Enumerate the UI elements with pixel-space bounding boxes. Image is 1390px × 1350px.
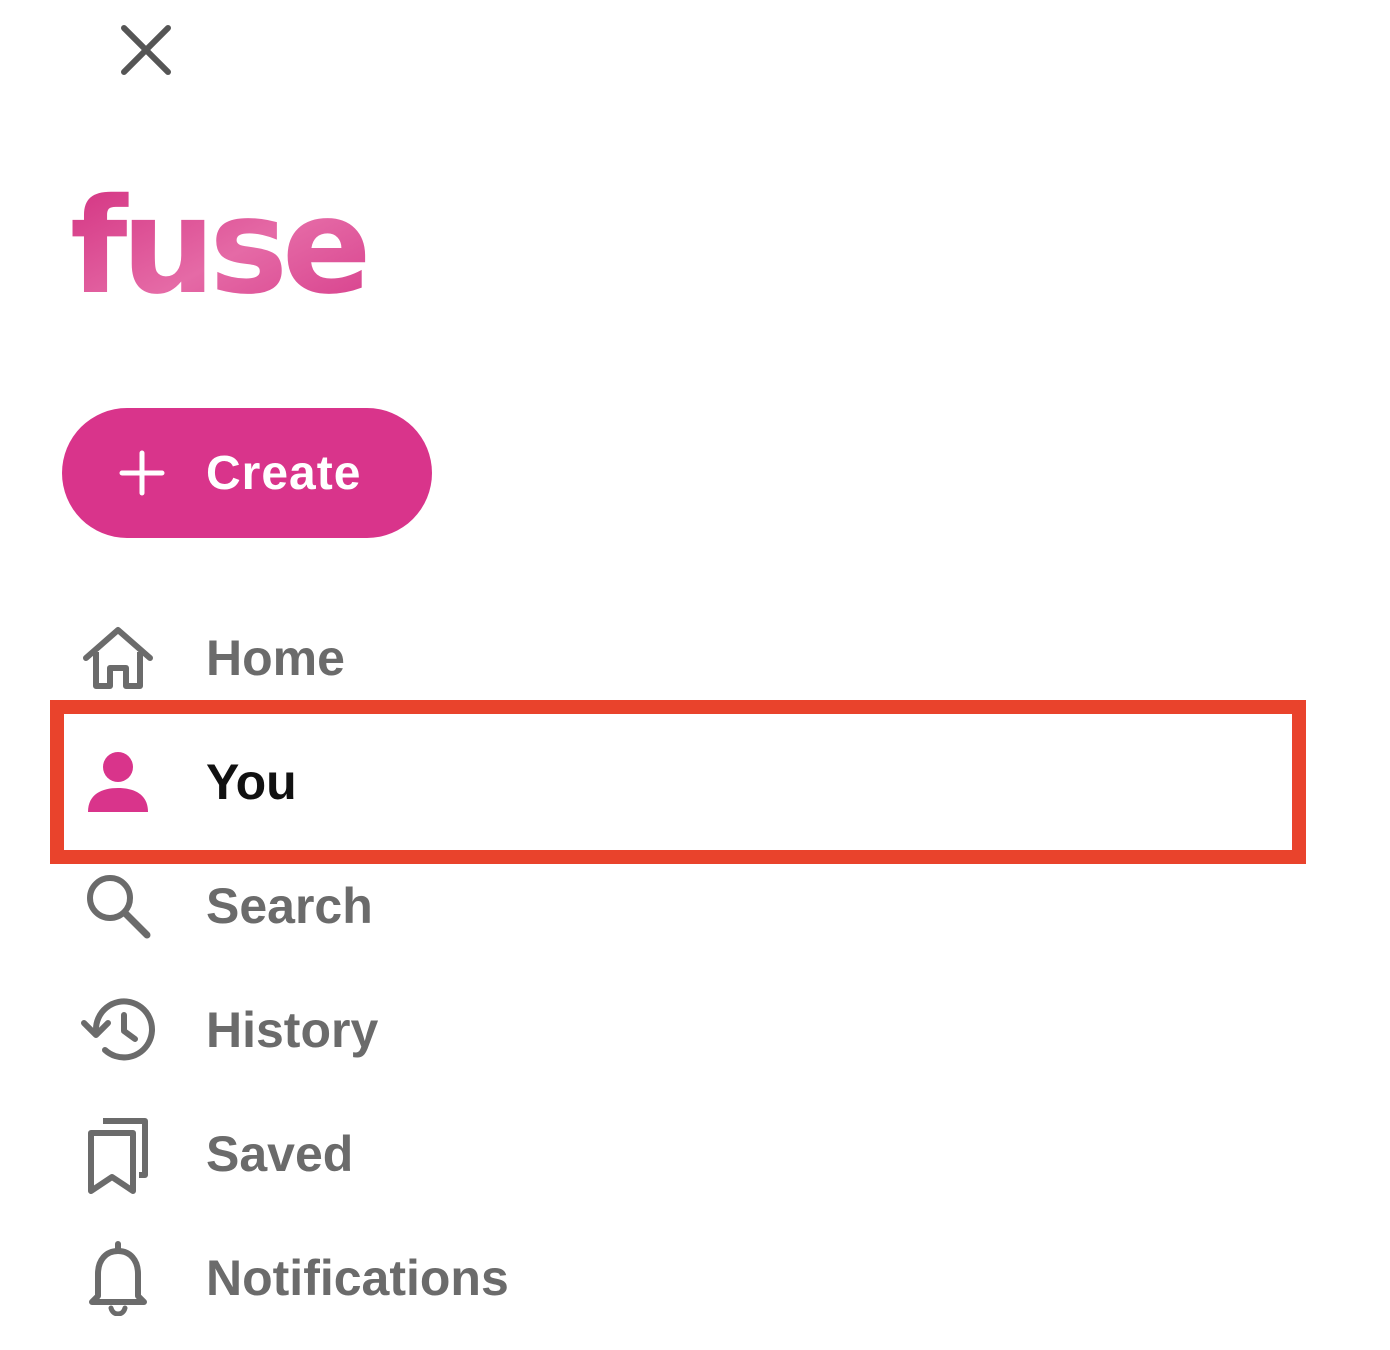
bell-icon: [78, 1238, 158, 1318]
create-button-label: Create: [206, 446, 362, 500]
nav-item-history[interactable]: History: [62, 970, 1292, 1090]
nav-item-saved[interactable]: Saved: [62, 1094, 1292, 1214]
nav-item-search-label: Search: [206, 878, 373, 934]
nav-item-history-label: History: [206, 1002, 379, 1058]
bookmarks-icon: [78, 1114, 158, 1194]
create-button[interactable]: Create: [62, 408, 432, 538]
person-icon: [78, 742, 158, 822]
close-icon: [121, 25, 171, 75]
nav-item-notifications-label: Notifications: [206, 1250, 509, 1306]
fuse-logo: fuse: [70, 170, 366, 308]
nav-item-notifications[interactable]: Notifications: [62, 1218, 1292, 1338]
nav-item-you-label: You: [206, 754, 297, 810]
history-icon: [78, 990, 158, 1070]
home-icon: [78, 618, 158, 698]
nav-item-you[interactable]: You: [62, 722, 1292, 842]
nav-item-home[interactable]: Home: [62, 598, 1292, 718]
search-icon: [78, 866, 158, 946]
navigation-drawer: fuse Create Home You Search History Save…: [0, 0, 1390, 1350]
nav-item-saved-label: Saved: [206, 1126, 354, 1182]
nav-item-home-label: Home: [206, 630, 345, 686]
nav-item-search[interactable]: Search: [62, 846, 1292, 966]
logo-text: fuse: [70, 170, 366, 308]
close-button[interactable]: [110, 14, 182, 86]
plus-icon: [118, 449, 166, 497]
